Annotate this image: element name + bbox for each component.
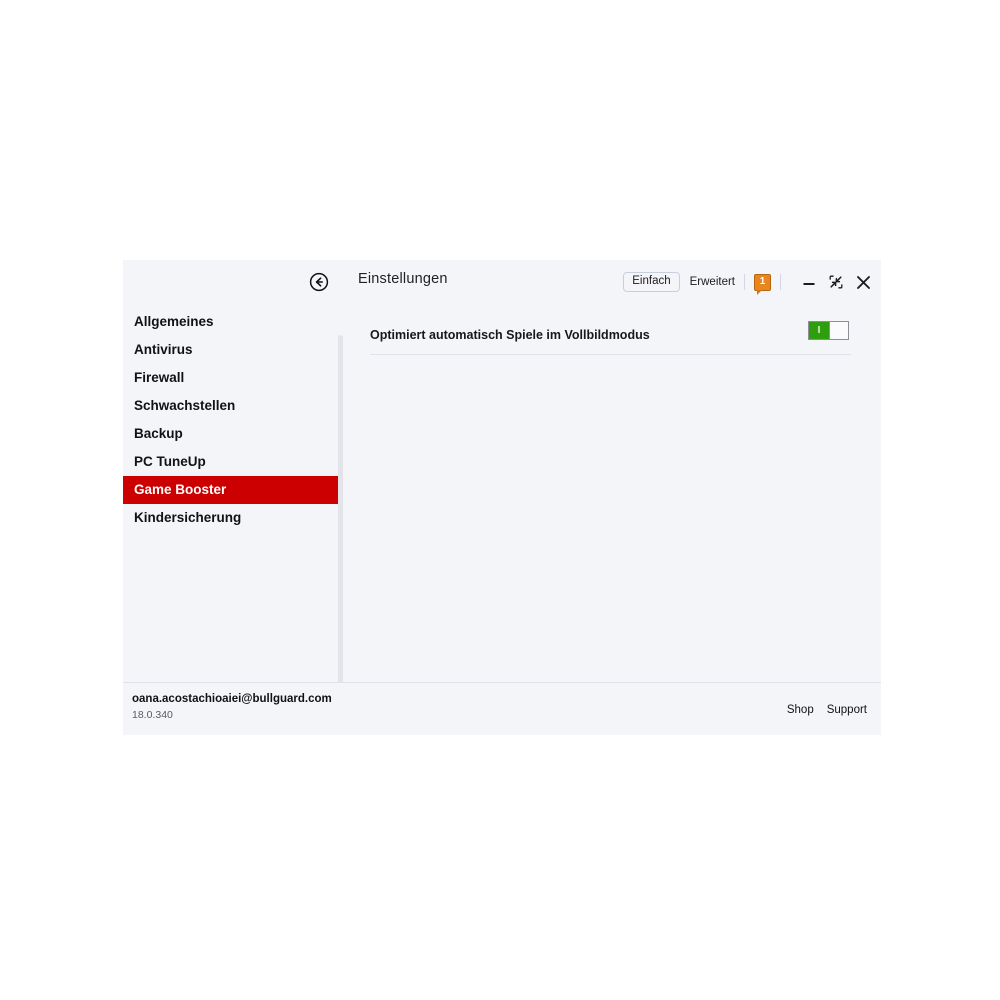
sidebar-item-pc-tuneup[interactable]: PC TuneUp xyxy=(123,448,338,476)
header-controls: Einfach Erweitert 1 xyxy=(623,269,871,295)
header-divider-right xyxy=(780,274,781,290)
support-link[interactable]: Support xyxy=(827,704,867,716)
window-body: Allgemeines Antivirus Firewall Schwachst… xyxy=(123,305,881,690)
mode-advanced-button[interactable]: Erweitert xyxy=(690,276,735,288)
sidebar-item-kindersicherung[interactable]: Kindersicherung xyxy=(123,504,338,532)
settings-content-panel: Optimiert automatisch Spiele im Vollbild… xyxy=(338,305,881,682)
sidebar-item-antivirus[interactable]: Antivirus xyxy=(123,336,338,364)
sidebar-item-schwachstellen[interactable]: Schwachstellen xyxy=(123,392,338,420)
footer-links: Shop Support xyxy=(787,704,867,716)
sidebar-item-game-booster[interactable]: Game Booster xyxy=(123,476,338,504)
window-footer: oana.acostachioaiei@bullguard.com 18.0.3… xyxy=(123,682,881,735)
toggle-knob xyxy=(828,322,848,339)
app-version: 18.0.340 xyxy=(132,709,173,721)
close-icon[interactable] xyxy=(855,274,871,290)
window-titlebar: Einstellungen Einfach Erweitert 1 xyxy=(123,260,881,305)
restore-down-icon[interactable] xyxy=(828,274,844,290)
sidebar-item-allgemeines[interactable]: Allgemeines xyxy=(123,308,338,336)
shop-link[interactable]: Shop xyxy=(787,704,814,716)
toggle-on-segment: I xyxy=(809,322,829,339)
sidebar-item-firewall[interactable]: Firewall xyxy=(123,364,338,392)
minimize-icon[interactable] xyxy=(801,274,817,290)
fullscreen-optimize-toggle[interactable]: I xyxy=(808,321,849,340)
account-email: oana.acostachioaiei@bullguard.com xyxy=(132,693,332,705)
mode-simple-button[interactable]: Einfach xyxy=(623,271,680,293)
sidebar-item-backup[interactable]: Backup xyxy=(123,420,338,448)
setting-row-fullscreen-optimize: Optimiert automatisch Spiele im Vollbild… xyxy=(370,315,851,355)
header-divider-left xyxy=(744,274,745,290)
back-circle-arrow-icon[interactable] xyxy=(309,272,329,292)
notification-badge[interactable]: 1 xyxy=(754,273,771,295)
settings-window: Einstellungen Einfach Erweitert 1 Allgem… xyxy=(123,260,881,735)
page-title: Einstellungen xyxy=(358,271,448,287)
settings-sidebar: Allgemeines Antivirus Firewall Schwachst… xyxy=(123,305,338,682)
setting-label: Optimiert automatisch Spiele im Vollbild… xyxy=(370,327,650,342)
